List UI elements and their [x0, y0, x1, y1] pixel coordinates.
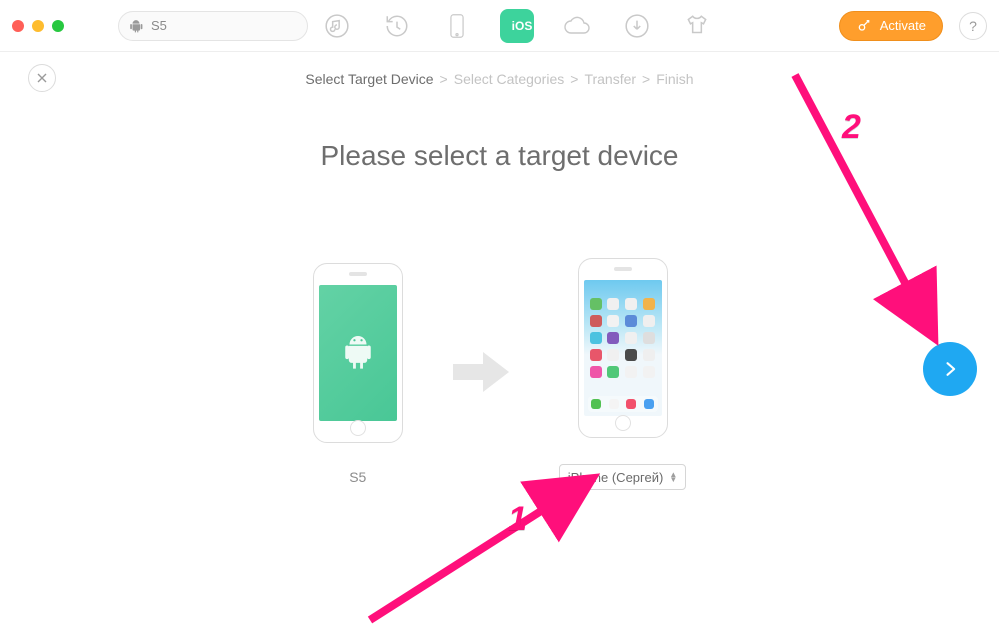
annotation-label-1: 1 [508, 500, 527, 539]
device-tab[interactable] [440, 9, 474, 43]
target-device-value: iPhone (Сергей) [568, 470, 664, 485]
source-device-selector[interactable]: S5 [118, 11, 308, 41]
phone-icon [446, 13, 468, 39]
zoom-window-icon[interactable] [52, 20, 64, 32]
activate-button[interactable]: Activate [839, 11, 943, 41]
music-tab[interactable] [320, 9, 354, 43]
close-icon [36, 72, 48, 84]
select-chevrons-icon: ▲▼ [669, 472, 677, 482]
breadcrumb-step-3: Transfer [584, 71, 636, 87]
wizard-breadcrumb: Select Target Device > Select Categories… [0, 52, 999, 106]
icloud-tab[interactable] [560, 9, 594, 43]
minimize-window-icon[interactable] [32, 20, 44, 32]
breadcrumb-step-4: Finish [656, 71, 693, 87]
breadcrumb-step-1: Select Target Device [305, 71, 433, 87]
help-button[interactable]: ? [959, 12, 987, 40]
move-to-ios-tab[interactable]: iOS [500, 9, 534, 43]
target-device-select[interactable]: iPhone (Сергей) ▲▼ [559, 464, 686, 490]
breadcrumb-step-2: Select Categories [454, 71, 565, 87]
next-button[interactable] [923, 342, 977, 396]
source-device-label: S5 [349, 469, 366, 485]
breadcrumb-separator: > [642, 71, 650, 87]
help-icon: ? [969, 18, 977, 34]
ios-label: iOS [512, 19, 533, 33]
history-icon [384, 13, 410, 39]
source-device-name: S5 [151, 18, 167, 33]
activate-label: Activate [880, 18, 926, 33]
download-icon [624, 13, 650, 39]
target-device-column: iPhone (Сергей) ▲▼ [559, 258, 686, 490]
android-icon [129, 19, 143, 33]
device-row: S5 [0, 258, 999, 490]
key-icon [856, 18, 872, 34]
window-controls [12, 20, 64, 32]
music-icon [324, 13, 350, 39]
close-wizard-button[interactable] [28, 64, 56, 92]
breadcrumb-separator: > [440, 71, 448, 87]
app-toolbar: S5 iOS Activate ? [0, 0, 999, 52]
history-tab[interactable] [380, 9, 414, 43]
breadcrumb-separator: > [570, 71, 578, 87]
page-title: Please select a target device [0, 140, 999, 172]
source-phone-graphic [313, 263, 403, 443]
source-device-column: S5 [313, 263, 403, 485]
target-phone-graphic [578, 258, 668, 438]
download-tab[interactable] [620, 9, 654, 43]
ios-arrow-icon [502, 21, 512, 31]
transfer-arrow-icon [453, 348, 509, 401]
close-window-icon[interactable] [12, 20, 24, 32]
ringtone-tab[interactable] [680, 9, 714, 43]
toolbar-icon-group: iOS [320, 9, 714, 43]
tshirt-icon [684, 13, 710, 39]
android-robot-icon [341, 333, 375, 373]
chevron-right-icon [940, 359, 960, 379]
cloud-icon [563, 15, 591, 37]
